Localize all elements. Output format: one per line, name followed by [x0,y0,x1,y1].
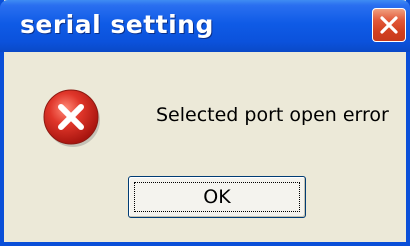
close-icon [380,16,398,34]
ok-button-label: OK [134,182,300,212]
ok-button[interactable]: OK [128,176,306,218]
title-bar[interactable]: serial setting [0,0,410,52]
dialog-window: serial setting Selected port open error … [0,0,410,246]
error-icon [43,89,100,147]
error-message: Selected port open error [156,104,389,126]
close-button[interactable] [372,8,406,42]
dialog-title: serial setting [20,10,214,39]
